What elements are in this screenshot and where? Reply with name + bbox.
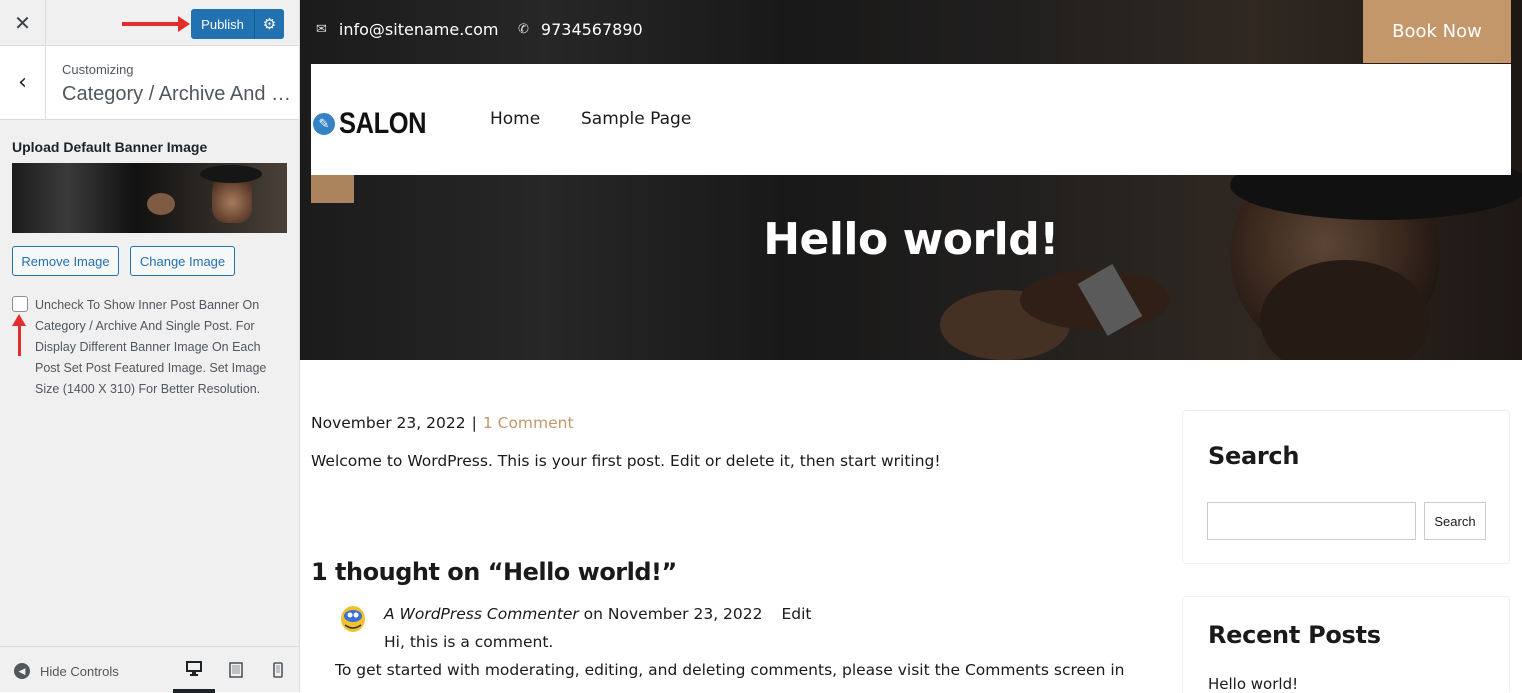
comment-meta: A WordPress Commenter on November 23, 20… <box>384 605 811 623</box>
comments-heading: 1 thought on “Hello world!” <box>311 558 677 586</box>
collapse-icon: ◀ <box>14 663 30 679</box>
control-title: Upload Default Banner Image <box>12 139 208 155</box>
publish-group: Publish ⚙ <box>191 9 284 39</box>
banner-image-thumbnail <box>12 163 287 233</box>
search-button[interactable]: Search <box>1424 502 1486 540</box>
comment-edit-link[interactable]: Edit <box>781 605 811 623</box>
topbar-phone[interactable]: ✆ 9734567890 <box>518 20 643 39</box>
search-input[interactable] <box>1207 502 1416 540</box>
topbar-email[interactable]: ✉ info@sitename.com <box>316 20 498 39</box>
hero-banner <box>300 0 1522 360</box>
comment-author[interactable]: A WordPress Commenter <box>384 605 579 623</box>
book-now-button[interactable]: Book Now <box>1363 0 1511 63</box>
publish-button[interactable]: Publish <box>191 9 254 39</box>
customizer-footer: ◀ Hide Controls <box>0 646 299 693</box>
recent-posts-widget: Recent Posts Hello world! <box>1182 596 1510 692</box>
desktop-preview-icon[interactable] <box>173 647 215 693</box>
chevron-left-icon[interactable]: ‹ <box>0 46 46 119</box>
comment-on-word: on <box>583 605 603 623</box>
mobile-preview-icon[interactable] <box>257 647 299 693</box>
tablet-preview-icon[interactable] <box>215 647 257 693</box>
hide-controls-label: Hide Controls <box>40 663 119 679</box>
comment-date[interactable]: November 23, 2022 <box>608 605 763 623</box>
mail-icon: ✉ <box>316 22 327 37</box>
email-text: info@sitename.com <box>338 20 499 39</box>
annotation-arrow-right <box>122 16 190 32</box>
post-meta: November 23, 2022 | 1 Comment <box>311 414 574 432</box>
section-title: Category / Archive And Single Post <box>62 83 292 105</box>
recent-post-link[interactable]: Hello world! <box>1208 675 1298 692</box>
close-icon[interactable]: ✕ <box>0 0 46 46</box>
phone-text: 9734567890 <box>540 20 643 39</box>
annotation-arrow-up <box>12 314 26 356</box>
nav-home[interactable]: Home <box>490 109 540 129</box>
nav-sample-page[interactable]: Sample Page <box>581 109 691 129</box>
change-image-button[interactable]: Change Image <box>130 246 235 276</box>
post-excerpt: Welcome to WordPress. This is your first… <box>311 452 941 470</box>
remove-image-button[interactable]: Remove Image <box>12 246 119 276</box>
phone-icon: ✆ <box>518 22 529 37</box>
site-preview: ✉ info@sitename.com ✆ 9734567890 Book No… <box>300 0 1522 692</box>
accent-decoration <box>311 175 354 203</box>
customizing-label: Customizing <box>62 62 134 77</box>
customizer-header: ✕ Publish ⚙ <box>0 0 299 46</box>
comment-text: Hi, this is a comment. <box>384 633 554 651</box>
comments-link[interactable]: 1 Comment <box>483 414 574 432</box>
search-widget: Search Search <box>1182 410 1510 564</box>
post-date: November 23, 2022 <box>311 414 466 432</box>
banner-checkbox[interactable] <box>12 296 28 312</box>
pencil-icon[interactable]: ✎ <box>311 111 337 137</box>
search-widget-title: Search <box>1208 442 1300 470</box>
customizer-sidebar: ✕ Publish ⚙ ‹ Customizing Category / Arc… <box>0 0 300 693</box>
recent-posts-title: Recent Posts <box>1208 621 1381 649</box>
avatar <box>339 603 367 633</box>
logo-text: SALON <box>339 107 427 140</box>
comment-more-text: To get started with moderating, editing,… <box>335 661 1125 679</box>
meta-separator: | <box>471 414 477 432</box>
hero-title: Hello world! <box>763 214 1059 265</box>
section-header: ‹ Customizing Category / Archive And Sin… <box>0 46 299 120</box>
hide-controls-button[interactable]: ◀ Hide Controls <box>14 663 119 679</box>
gear-icon[interactable]: ⚙ <box>254 9 284 39</box>
site-navbar: ✎ SALON Home Sample Page <box>311 64 1511 175</box>
site-logo[interactable]: ✎ SALON <box>311 107 442 141</box>
checkbox-description: Uncheck To Show Inner Post Banner On Cat… <box>35 298 267 396</box>
